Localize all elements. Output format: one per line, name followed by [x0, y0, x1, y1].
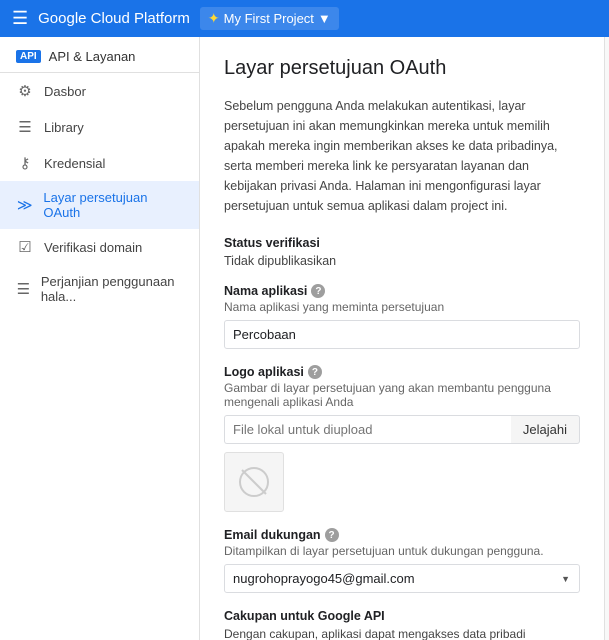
sidebar-item-oauth[interactable]: ≫ Layar persetujuan OAuth [0, 181, 199, 229]
project-dropdown-icon: ▼ [318, 11, 331, 26]
app-title: Google Cloud Platform [38, 10, 190, 27]
sidebar-label-verifikasi: Verifikasi domain [44, 240, 142, 255]
sidebar-label-dasbor: Dasbor [44, 84, 86, 99]
menu-icon[interactable]: ☰ [12, 8, 28, 29]
nama-aplikasi-sublabel: Nama aplikasi yang meminta persetujuan [224, 300, 580, 314]
nama-aplikasi-input[interactable] [224, 320, 580, 349]
project-selector[interactable]: ✦ My First Project ▼ [200, 7, 339, 30]
sidebar-header: API API & Layanan [0, 37, 199, 73]
email-dukungan-select[interactable]: nugrohoprayogo45@gmail.com [224, 564, 580, 593]
project-icon: ✦ [208, 10, 220, 27]
kredensial-icon: ⚷ [16, 154, 34, 172]
logo-aplikasi-sublabel: Gambar di layar persetujuan yang akan me… [224, 381, 580, 409]
logo-aplikasi-label: Logo aplikasi ? [224, 365, 580, 379]
oauth-icon: ≫ [16, 196, 33, 214]
status-verifikasi-label: Status verifikasi [224, 236, 580, 250]
sidebar: API API & Layanan ⚙ Dasbor ☰ Library ⚷ K… [0, 37, 200, 640]
layout: API API & Layanan ⚙ Dasbor ☰ Library ⚷ K… [0, 37, 609, 640]
no-image-icon [238, 466, 270, 498]
email-dukungan-label: Email dukungan ? [224, 528, 580, 542]
sidebar-item-verifikasi[interactable]: ☑ Verifikasi domain [0, 229, 199, 265]
sidebar-item-library[interactable]: ☰ Library [0, 109, 199, 145]
logo-preview [224, 452, 284, 512]
sidebar-label-kredensial: Kredensial [44, 156, 105, 171]
main-content: Layar persetujuan OAuth Sebelum pengguna… [200, 37, 604, 640]
cakupan-label: Cakupan untuk Google API [224, 609, 580, 623]
perjanjian-icon: ☰ [16, 280, 31, 298]
nama-aplikasi-group: Nama aplikasi ? Nama aplikasi yang memin… [224, 284, 580, 349]
topbar: ☰ Google Cloud Platform ✦ My First Proje… [0, 0, 609, 37]
email-dukungan-help-icon[interactable]: ? [325, 528, 339, 542]
verifikasi-icon: ☑ [16, 238, 34, 256]
intro-text: Sebelum pengguna Anda melakukan autentik… [224, 96, 580, 216]
sidebar-item-perjanjian[interactable]: ☰ Perjanjian penggunaan hala... [0, 265, 199, 313]
sidebar-header-title: API & Layanan [49, 49, 136, 64]
right-panel [604, 37, 609, 640]
cakupan-desc: Dengan cakupan, aplikasi dapat mengakses… [224, 625, 580, 640]
email-select-wrapper: nugrohoprayogo45@gmail.com [224, 564, 580, 593]
nama-aplikasi-label: Nama aplikasi ? [224, 284, 580, 298]
email-dukungan-group: Email dukungan ? Ditampilkan di layar pe… [224, 528, 580, 593]
logo-file-row: Jelajahi [224, 415, 580, 444]
sidebar-label-oauth: Layar persetujuan OAuth [43, 190, 183, 220]
logo-aplikasi-group: Logo aplikasi ? Gambar di layar persetuj… [224, 365, 580, 512]
library-icon: ☰ [16, 118, 34, 136]
sidebar-item-dasbor[interactable]: ⚙ Dasbor [0, 73, 199, 109]
cakupan-section: Cakupan untuk Google API Dengan cakupan,… [224, 609, 580, 640]
nama-aplikasi-help-icon[interactable]: ? [311, 284, 325, 298]
sidebar-label-perjanjian: Perjanjian penggunaan hala... [41, 274, 183, 304]
sidebar-item-kredensial[interactable]: ⚷ Kredensial [0, 145, 199, 181]
browse-button[interactable]: Jelajahi [511, 415, 580, 444]
sidebar-label-library: Library [44, 120, 84, 135]
email-dukungan-sublabel: Ditampilkan di layar persetujuan untuk d… [224, 544, 580, 558]
logo-aplikasi-help-icon[interactable]: ? [308, 365, 322, 379]
logo-file-input[interactable] [224, 415, 511, 444]
page-title: Layar persetujuan OAuth [224, 57, 580, 80]
dasbor-icon: ⚙ [16, 82, 34, 100]
project-name: My First Project [224, 11, 314, 26]
status-verifikasi-value: Tidak dipublikasikan [224, 254, 580, 268]
status-verifikasi-group: Status verifikasi Tidak dipublikasikan [224, 236, 580, 268]
api-badge: API [16, 50, 41, 63]
